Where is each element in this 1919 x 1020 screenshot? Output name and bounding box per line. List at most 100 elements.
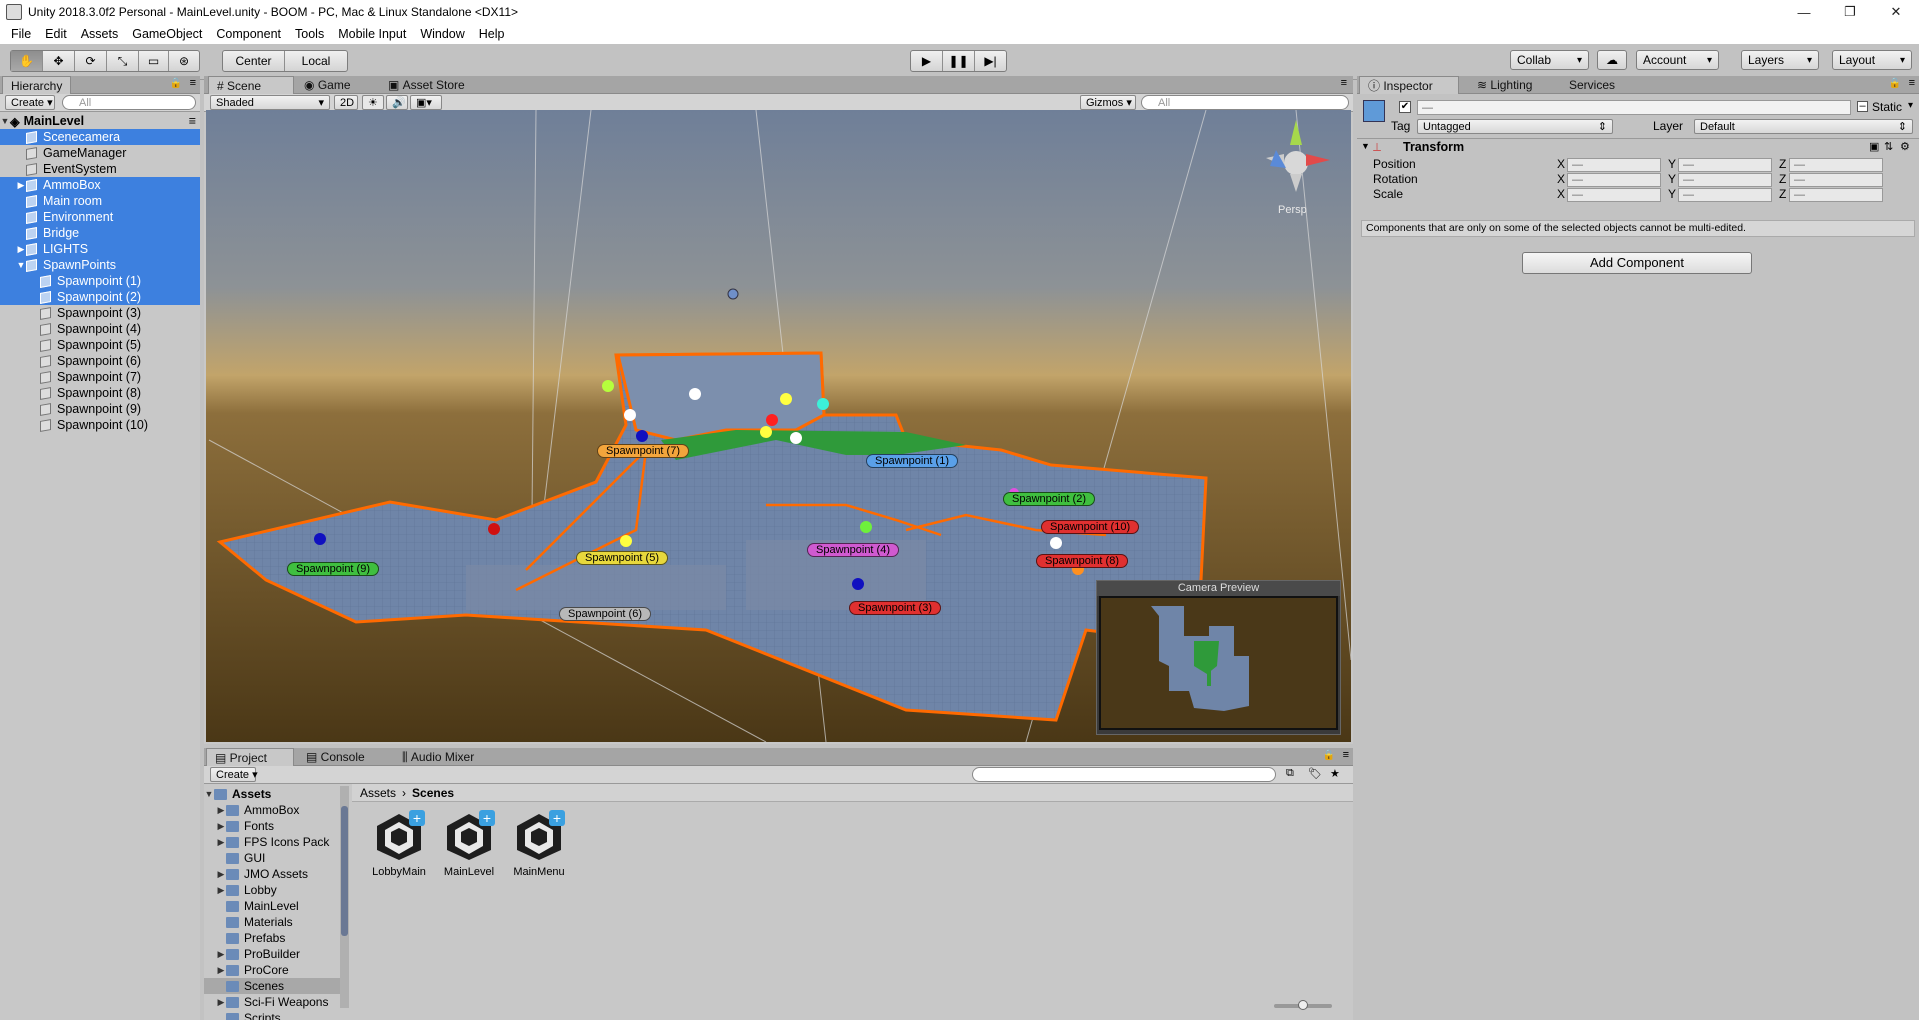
gizmos-dropdown[interactable]: Gizmos ▾ (1080, 95, 1136, 110)
transform-field[interactable]: — (1789, 173, 1883, 187)
menu-assets[interactable]: Assets (74, 27, 126, 41)
folder-item[interactable]: ▶ ProBuilder (204, 946, 344, 962)
folder-item[interactable]: MainLevel (204, 898, 344, 914)
menu-tools[interactable]: Tools (288, 27, 331, 41)
folder-item[interactable]: Scenes (204, 978, 344, 994)
menu-component[interactable]: Component (209, 27, 288, 41)
spawnpoint-label-6[interactable]: Spawnpoint (6) (559, 607, 651, 621)
tab-inspector[interactable]: ⓘ Inspector (1359, 76, 1459, 94)
maximize-button[interactable]: ❐ (1827, 0, 1873, 24)
transform-field[interactable]: — (1567, 158, 1661, 172)
menu-mobile-input[interactable]: Mobile Input (331, 27, 413, 41)
hierarchy-create-dropdown[interactable]: Create ▾ (5, 95, 55, 110)
expand-arrow-icon[interactable]: ▼ (16, 260, 26, 270)
folder-item[interactable]: Materials (204, 914, 344, 930)
move-tool-icon[interactable]: ✥ (43, 51, 75, 71)
transform-tool-icon[interactable]: ⊛ (169, 51, 199, 71)
transform-field[interactable]: — (1789, 188, 1883, 202)
expand-arrow-icon[interactable]: ▶ (216, 821, 226, 832)
hierarchy-item[interactable]: EventSystem (0, 161, 200, 177)
rotate-tool-icon[interactable]: ⟳ (75, 51, 107, 71)
hierarchy-item[interactable]: ▶ LIGHTS (0, 241, 200, 257)
add-component-button[interactable]: Add Component (1522, 252, 1752, 274)
shading-mode-dropdown[interactable]: Shaded ▾ (210, 95, 330, 110)
menu-gameobject[interactable]: GameObject (125, 27, 209, 41)
hierarchy-item[interactable]: ▶ AmmoBox (0, 177, 200, 193)
scene-panel-menu-icon[interactable]: ≡ (1341, 77, 1347, 89)
hierarchy-item[interactable]: Spawnpoint (3) (0, 305, 200, 321)
play-icon[interactable]: ▶ (911, 51, 943, 71)
gameobject-name-input[interactable]: — (1417, 100, 1851, 115)
expand-arrow-icon[interactable]: ▶ (16, 180, 26, 191)
scene-asset[interactable]: + LobbyMain (364, 810, 434, 878)
project-search-input[interactable] (972, 767, 1276, 782)
filter-type-icon[interactable]: ⧉ (1286, 767, 1294, 780)
menu-file[interactable]: File (4, 27, 38, 41)
hierarchy-item[interactable]: Main room (0, 193, 200, 209)
transform-field[interactable]: — (1678, 188, 1772, 202)
pause-icon[interactable]: ❚❚ (943, 51, 975, 71)
expand-arrow-icon[interactable]: ▶ (216, 869, 226, 880)
tab-lighting[interactable]: ≋ Lighting (1469, 76, 1540, 94)
spawnpoint-label-2[interactable]: Spawnpoint (2) (1003, 492, 1095, 506)
hierarchy-item[interactable]: Spawnpoint (7) (0, 369, 200, 385)
tab-console[interactable]: ▤ Console (298, 748, 373, 766)
transform-field[interactable]: — (1567, 173, 1661, 187)
spawnpoint-label-4[interactable]: Spawnpoint (4) (807, 543, 899, 557)
hierarchy-item[interactable]: Bridge (0, 225, 200, 241)
tree-scrollbar[interactable] (340, 786, 349, 1008)
inspector-menu-icon[interactable]: ≡ (1909, 77, 1915, 89)
breadcrumb-assets[interactable]: Assets (360, 786, 396, 800)
collab-dropdown[interactable]: Collab (1510, 50, 1589, 70)
spawnpoint-label-5[interactable]: Spawnpoint (5) (576, 551, 668, 565)
lock-icon[interactable]: 🔒 (170, 78, 182, 89)
folder-item[interactable]: ▶ JMO Assets (204, 866, 344, 882)
transform-field[interactable]: — (1678, 173, 1772, 187)
step-icon[interactable]: ▶| (975, 51, 1006, 71)
tree-scrollbar-thumb[interactable] (341, 806, 348, 936)
folder-item[interactable]: Prefabs (204, 930, 344, 946)
project-lock-icon[interactable]: 🔒 (1323, 750, 1335, 761)
pivot-center-button[interactable]: Center (223, 51, 285, 71)
tab-hierarchy[interactable]: Hierarchy (2, 76, 72, 94)
layer-dropdown[interactable]: Default ⇕ (1694, 119, 1913, 134)
spawnpoint-label-3[interactable]: Spawnpoint (3) (849, 601, 941, 615)
transform-field[interactable]: — (1789, 158, 1883, 172)
folder-item[interactable]: ▶ Lobby (204, 882, 344, 898)
hierarchy-item[interactable]: Spawnpoint (10) (0, 417, 200, 433)
hierarchy-item[interactable]: Spawnpoint (8) (0, 385, 200, 401)
rect-tool-icon[interactable]: ▭ (139, 51, 169, 71)
menu-edit[interactable]: Edit (38, 27, 74, 41)
scene-search-input[interactable]: All (1141, 95, 1349, 110)
hierarchy-item[interactable]: Spawnpoint (5) (0, 337, 200, 353)
breadcrumb-scenes[interactable]: Scenes (412, 786, 454, 800)
expand-arrow-icon[interactable]: ▶ (216, 885, 226, 896)
filter-label-icon[interactable]: 🏷 (1308, 767, 1322, 780)
menu-window[interactable]: Window (413, 27, 471, 41)
component-settings-gear-icon[interactable]: ⚙ (1900, 140, 1910, 153)
audio-toggle-icon[interactable]: 🔊 (386, 95, 408, 110)
spawnpoint-label-1[interactable]: Spawnpoint (1) (866, 454, 958, 468)
effects-dropdown-icon[interactable]: ▣▾ (410, 95, 442, 110)
expand-arrow-icon[interactable]: ▶ (216, 965, 226, 976)
scene-asset[interactable]: + MainLevel (434, 810, 504, 878)
zoom-slider-thumb[interactable] (1298, 1000, 1308, 1010)
hierarchy-item[interactable]: Environment (0, 209, 200, 225)
minimize-button[interactable]: — (1781, 0, 1827, 24)
spawnpoint-label-7[interactable]: Spawnpoint (7) (597, 444, 689, 458)
assets-root-row[interactable]: ▼ Assets (204, 786, 344, 802)
expand-arrow-icon[interactable]: ▼ (0, 116, 10, 126)
panel-menu-icon[interactable]: ≡ (190, 77, 196, 89)
active-checkbox[interactable]: ✔ (1399, 101, 1411, 113)
transform-fold-icon[interactable]: ▼ (1361, 141, 1370, 151)
scene-viewport[interactable]: Persp Spawnpoint (7) Spawnpoint (1) Spaw… (206, 110, 1351, 742)
hierarchy-item[interactable]: Scenecamera (0, 129, 200, 145)
scale-tool-icon[interactable]: ⤡ (107, 51, 139, 71)
expand-arrow-icon[interactable]: ▶ (216, 805, 226, 816)
expand-arrow-icon[interactable]: ▶ (216, 997, 226, 1008)
pivot-local-button[interactable]: Local (285, 51, 347, 71)
expand-arrow-icon[interactable]: ▶ (216, 837, 226, 848)
tab-audio-mixer[interactable]: ⫼ Audio Mixer (394, 748, 482, 766)
tab-services[interactable]: Services (1557, 76, 1623, 94)
hierarchy-item[interactable]: GameManager (0, 145, 200, 161)
